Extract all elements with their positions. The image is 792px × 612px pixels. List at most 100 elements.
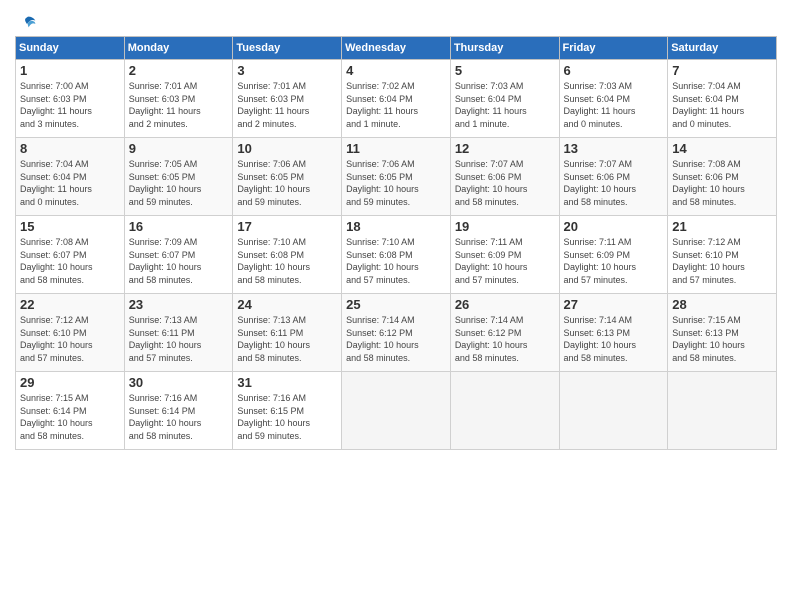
calendar-cell: 20Sunrise: 7:11 AM Sunset: 6:09 PM Dayli…	[559, 216, 668, 294]
calendar-cell: 19 Sunrise: 7:11 AM Sunset: 6:09 PM Dayli…	[450, 216, 559, 294]
week-row-2: 8 Sunrise: 7:04 AM Sunset: 6:04 PM Daylig…	[16, 138, 777, 216]
calendar-cell	[450, 372, 559, 450]
calendar-cell: 2 Sunrise: 7:01 AM Sunset: 6:03 PM Daylig…	[124, 60, 233, 138]
day-info: Sunrise: 7:03 AM Sunset: 6:04 PM Dayligh…	[564, 80, 664, 130]
day-info: Sunrise: 7:06 AM Sunset: 6:05 PM Dayligh…	[346, 158, 446, 208]
day-number: 2	[129, 63, 229, 78]
day-number: 10	[237, 141, 337, 156]
calendar-cell: 1 Sunrise: 7:00 AM Sunset: 6:03 PM Daylig…	[16, 60, 125, 138]
logo	[15, 14, 37, 30]
calendar-cell: 28 Sunrise: 7:15 AM Sunset: 6:13 PM Dayli…	[668, 294, 777, 372]
day-number: 23	[129, 297, 229, 312]
calendar-cell: 14 Sunrise: 7:08 AM Sunset: 6:06 PM Dayli…	[668, 138, 777, 216]
day-info: Sunrise: 7:08 AM Sunset: 6:06 PM Dayligh…	[672, 158, 772, 208]
page-container: SundayMondayTuesdayWednesdayThursdayFrid…	[0, 0, 792, 460]
day-info: Sunrise: 7:06 AM Sunset: 6:05 PM Dayligh…	[237, 158, 337, 208]
header-tuesday: Tuesday	[233, 37, 342, 60]
header-row-days: SundayMondayTuesdayWednesdayThursdayFrid…	[16, 37, 777, 60]
header-wednesday: Wednesday	[342, 37, 451, 60]
day-info: Sunrise: 7:04 AM Sunset: 6:04 PM Dayligh…	[672, 80, 772, 130]
day-info: Sunrise: 7:04 AM Sunset: 6:04 PM Dayligh…	[20, 158, 120, 208]
day-number: 30	[129, 375, 229, 390]
week-row-5: 29 Sunrise: 7:15 AM Sunset: 6:14 PM Dayli…	[16, 372, 777, 450]
calendar-cell: 6 Sunrise: 7:03 AM Sunset: 6:04 PM Daylig…	[559, 60, 668, 138]
day-number: 15	[20, 219, 120, 234]
day-number: 3	[237, 63, 337, 78]
day-info: Sunrise: 7:13 AM Sunset: 6:11 PM Dayligh…	[237, 314, 337, 364]
calendar-cell: 11 Sunrise: 7:06 AM Sunset: 6:05 PM Dayli…	[342, 138, 451, 216]
day-info: Sunrise: 7:14 AM Sunset: 6:13 PM Dayligh…	[564, 314, 664, 364]
day-info: Sunrise: 7:15 AM Sunset: 6:14 PM Dayligh…	[20, 392, 120, 442]
title-block	[37, 10, 777, 12]
day-number: 22	[20, 297, 120, 312]
day-info: Sunrise: 7:09 AM Sunset: 6:07 PM Dayligh…	[129, 236, 229, 286]
week-row-4: 22 Sunrise: 7:12 AM Sunset: 6:10 PM Dayli…	[16, 294, 777, 372]
calendar-cell: 21 Sunrise: 7:12 AM Sunset: 6:10 PM Dayli…	[668, 216, 777, 294]
day-number: 18	[346, 219, 446, 234]
day-number: 9	[129, 141, 229, 156]
day-number: 26	[455, 297, 555, 312]
day-info: Sunrise: 7:11 AM Sunset: 6:09 PM Dayligh…	[564, 236, 664, 286]
calendar-cell: 9 Sunrise: 7:05 AM Sunset: 6:05 PM Daylig…	[124, 138, 233, 216]
calendar-cell: 30 Sunrise: 7:16 AM Sunset: 6:14 PM Dayli…	[124, 372, 233, 450]
calendar-cell: 26 Sunrise: 7:14 AM Sunset: 6:12 PM Dayli…	[450, 294, 559, 372]
calendar-cell: 16 Sunrise: 7:09 AM Sunset: 6:07 PM Dayli…	[124, 216, 233, 294]
calendar-cell: 25Sunrise: 7:14 AM Sunset: 6:12 PM Dayli…	[342, 294, 451, 372]
day-number: 11	[346, 141, 446, 156]
header-row	[15, 10, 777, 30]
header-saturday: Saturday	[668, 37, 777, 60]
day-number: 21	[672, 219, 772, 234]
calendar-cell: 22 Sunrise: 7:12 AM Sunset: 6:10 PM Dayli…	[16, 294, 125, 372]
day-number: 19	[455, 219, 555, 234]
day-info: Sunrise: 7:02 AM Sunset: 6:04 PM Dayligh…	[346, 80, 446, 130]
calendar-cell: 7 Sunrise: 7:04 AM Sunset: 6:04 PM Daylig…	[668, 60, 777, 138]
day-info: Sunrise: 7:14 AM Sunset: 6:12 PM Dayligh…	[346, 314, 446, 364]
day-number: 27	[564, 297, 664, 312]
calendar-cell: 15 Sunrise: 7:08 AM Sunset: 6:07 PM Dayli…	[16, 216, 125, 294]
logo-bird-icon	[17, 14, 37, 34]
week-row-1: 1 Sunrise: 7:00 AM Sunset: 6:03 PM Daylig…	[16, 60, 777, 138]
calendar-cell: 13Sunrise: 7:07 AM Sunset: 6:06 PM Dayli…	[559, 138, 668, 216]
calendar-table: SundayMondayTuesdayWednesdayThursdayFrid…	[15, 36, 777, 450]
day-info: Sunrise: 7:10 AM Sunset: 6:08 PM Dayligh…	[346, 236, 446, 286]
day-number: 16	[129, 219, 229, 234]
day-number: 29	[20, 375, 120, 390]
calendar-cell	[342, 372, 451, 450]
calendar-cell: 27 Sunrise: 7:14 AM Sunset: 6:13 PM Dayli…	[559, 294, 668, 372]
day-number: 28	[672, 297, 772, 312]
day-number: 7	[672, 63, 772, 78]
header-thursday: Thursday	[450, 37, 559, 60]
calendar-cell: 8 Sunrise: 7:04 AM Sunset: 6:04 PM Daylig…	[16, 138, 125, 216]
day-number: 5	[455, 63, 555, 78]
day-info: Sunrise: 7:05 AM Sunset: 6:05 PM Dayligh…	[129, 158, 229, 208]
calendar-cell	[559, 372, 668, 450]
calendar-cell: 24 Sunrise: 7:13 AM Sunset: 6:11 PM Dayli…	[233, 294, 342, 372]
calendar-cell: 17Sunrise: 7:10 AM Sunset: 6:08 PM Dayli…	[233, 216, 342, 294]
day-info: Sunrise: 7:07 AM Sunset: 6:06 PM Dayligh…	[455, 158, 555, 208]
day-info: Sunrise: 7:15 AM Sunset: 6:13 PM Dayligh…	[672, 314, 772, 364]
day-info: Sunrise: 7:00 AM Sunset: 6:03 PM Dayligh…	[20, 80, 120, 130]
day-info: Sunrise: 7:12 AM Sunset: 6:10 PM Dayligh…	[20, 314, 120, 364]
calendar-cell: 12 Sunrise: 7:07 AM Sunset: 6:06 PM Dayli…	[450, 138, 559, 216]
day-number: 6	[564, 63, 664, 78]
calendar-cell: 10 Sunrise: 7:06 AM Sunset: 6:05 PM Dayli…	[233, 138, 342, 216]
day-info: Sunrise: 7:14 AM Sunset: 6:12 PM Dayligh…	[455, 314, 555, 364]
day-info: Sunrise: 7:16 AM Sunset: 6:14 PM Dayligh…	[129, 392, 229, 442]
week-row-3: 15 Sunrise: 7:08 AM Sunset: 6:07 PM Dayli…	[16, 216, 777, 294]
day-info: Sunrise: 7:13 AM Sunset: 6:11 PM Dayligh…	[129, 314, 229, 364]
day-info: Sunrise: 7:01 AM Sunset: 6:03 PM Dayligh…	[237, 80, 337, 130]
day-number: 1	[20, 63, 120, 78]
day-number: 31	[237, 375, 337, 390]
day-number: 14	[672, 141, 772, 156]
day-number: 4	[346, 63, 446, 78]
day-info: Sunrise: 7:12 AM Sunset: 6:10 PM Dayligh…	[672, 236, 772, 286]
day-info: Sunrise: 7:08 AM Sunset: 6:07 PM Dayligh…	[20, 236, 120, 286]
day-number: 8	[20, 141, 120, 156]
calendar-cell: 31Sunrise: 7:16 AM Sunset: 6:15 PM Dayli…	[233, 372, 342, 450]
header-sunday: Sunday	[16, 37, 125, 60]
day-info: Sunrise: 7:11 AM Sunset: 6:09 PM Dayligh…	[455, 236, 555, 286]
day-info: Sunrise: 7:01 AM Sunset: 6:03 PM Dayligh…	[129, 80, 229, 130]
day-number: 12	[455, 141, 555, 156]
calendar-cell: 29 Sunrise: 7:15 AM Sunset: 6:14 PM Dayli…	[16, 372, 125, 450]
day-number: 24	[237, 297, 337, 312]
